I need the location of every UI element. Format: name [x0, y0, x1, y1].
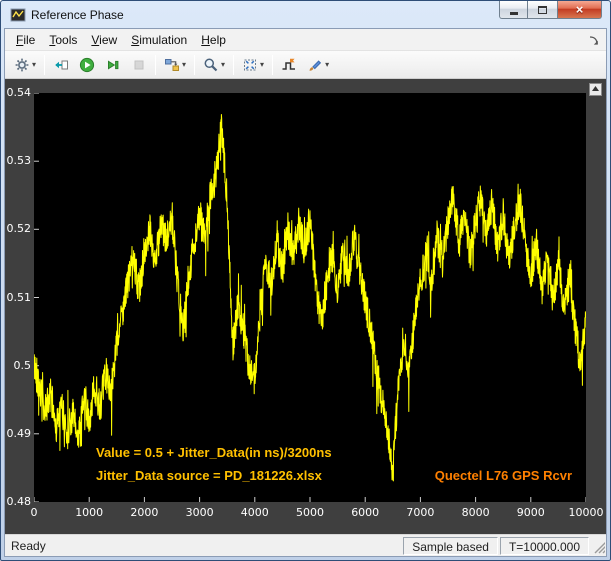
- highlight-block-button[interactable]: [49, 53, 73, 77]
- maximize-axes-button[interactable]: [589, 83, 602, 96]
- x-tick-label: 8000: [461, 506, 490, 519]
- y-tick-label: 0.54: [6, 86, 32, 99]
- toolbar-separator: [194, 54, 196, 75]
- y-tick-label: 0.52: [6, 222, 32, 236]
- toolbar-separator: [233, 54, 235, 75]
- annotation-line2: Jitter_Data source = PD_181226.xlsx: [96, 468, 322, 483]
- maximize-icon: [538, 5, 547, 14]
- fit-icon: [242, 57, 258, 73]
- x-tick-label: 0: [30, 506, 38, 519]
- scope-canvas: Value = 0.5 + Jitter_Data(in ns)/3200ns …: [5, 79, 606, 534]
- y-tick-label: 0.49: [6, 426, 32, 440]
- brush-icon: [307, 57, 323, 73]
- dock-arrow-icon[interactable]: [588, 34, 600, 46]
- minimize-button[interactable]: [499, 1, 528, 19]
- menu-item-view[interactable]: View: [84, 30, 124, 50]
- x-tick-label: 3000: [185, 506, 214, 519]
- trace-plot: [34, 93, 586, 502]
- x-tick-label: 9000: [516, 506, 545, 519]
- run-button[interactable]: [75, 53, 99, 77]
- dropdown-arrow-icon[interactable]: ▾: [260, 60, 264, 69]
- annotation-line1: Value = 0.5 + Jitter_Data(in ns)/3200ns: [96, 445, 332, 460]
- x-tick-label: 1000: [75, 506, 104, 519]
- style-button[interactable]: ▾: [303, 53, 333, 77]
- status-text: Ready: [11, 538, 46, 553]
- plot-area: Value = 0.5 + Jitter_Data(in ns)/3200ns …: [34, 93, 586, 502]
- dropdown-arrow-icon[interactable]: ▾: [182, 60, 186, 69]
- toolbar: ▾ ▾ ▾ ▾ ▾: [5, 51, 606, 79]
- fit-to-view-button[interactable]: ▾: [238, 53, 268, 77]
- zoom-icon: [203, 57, 219, 73]
- trigger-icon: [281, 57, 297, 73]
- scope-app-icon: [10, 7, 26, 23]
- x-tick-label: 4000: [240, 506, 269, 519]
- x-tick-label: 2000: [130, 506, 159, 519]
- stop-icon: [131, 57, 147, 73]
- dropdown-arrow-icon[interactable]: ▾: [325, 60, 329, 69]
- up-arrow-icon: [592, 86, 599, 91]
- step-options-button[interactable]: ▾: [160, 53, 190, 77]
- step-forward-icon: [105, 57, 121, 73]
- trigger-button[interactable]: [277, 53, 301, 77]
- maximize-button[interactable]: [528, 1, 557, 19]
- parameters-button[interactable]: ▾: [10, 53, 40, 77]
- window-controls: ×: [499, 1, 602, 19]
- annotation-right: Quectel L76 GPS Rcvr: [434, 468, 572, 483]
- y-tick-label: 0.53: [6, 154, 32, 168]
- close-icon: ×: [575, 1, 584, 17]
- menu-item-simulation[interactable]: Simulation: [124, 30, 194, 50]
- toolbar-separator: [44, 54, 46, 75]
- stop-button[interactable]: [127, 53, 151, 77]
- run-icon: [79, 57, 95, 73]
- sim-time-cell: T=10000.000: [499, 536, 589, 555]
- sample-mode-cell: Sample based: [403, 536, 498, 555]
- scope-window: Reference Phase × File Tools View Simulatio…: [0, 0, 611, 561]
- x-tick-label: 7000: [406, 506, 435, 519]
- signal-trace: [34, 114, 586, 482]
- y-tick-label: 0.5: [13, 358, 32, 372]
- minimize-icon: [509, 11, 518, 15]
- y-tick-label: 0.51: [6, 290, 32, 304]
- step-options-icon: [164, 57, 180, 73]
- step-forward-button[interactable]: [101, 53, 125, 77]
- menu-item-tools[interactable]: Tools: [42, 30, 84, 50]
- gear-icon: [14, 57, 30, 73]
- window-client-area: File Tools View Simulation Help ▾ ▾ ▾ ▾ ▾ Value …: [4, 28, 608, 557]
- x-tick-label: 5000: [296, 506, 324, 519]
- menu-bar: File Tools View Simulation Help: [5, 29, 606, 51]
- status-bar: Ready Sample based T=10000.000: [5, 534, 608, 556]
- window-title: Reference Phase: [31, 7, 124, 22]
- zoom-button[interactable]: ▾: [199, 53, 229, 77]
- toolbar-separator: [155, 54, 157, 75]
- x-tick-label: 6000: [351, 506, 380, 519]
- dropdown-arrow-icon[interactable]: ▾: [32, 60, 36, 69]
- dropdown-arrow-icon[interactable]: ▾: [221, 60, 225, 69]
- toolbar-separator: [272, 54, 274, 75]
- resize-grip[interactable]: [591, 537, 608, 555]
- x-tick-label: 10000: [568, 506, 604, 519]
- close-button[interactable]: ×: [557, 1, 602, 19]
- highlight-block-icon: [53, 57, 69, 73]
- menu-item-file[interactable]: File: [9, 30, 42, 50]
- title-bar[interactable]: Reference Phase ×: [4, 1, 607, 28]
- menu-item-help[interactable]: Help: [194, 30, 233, 50]
